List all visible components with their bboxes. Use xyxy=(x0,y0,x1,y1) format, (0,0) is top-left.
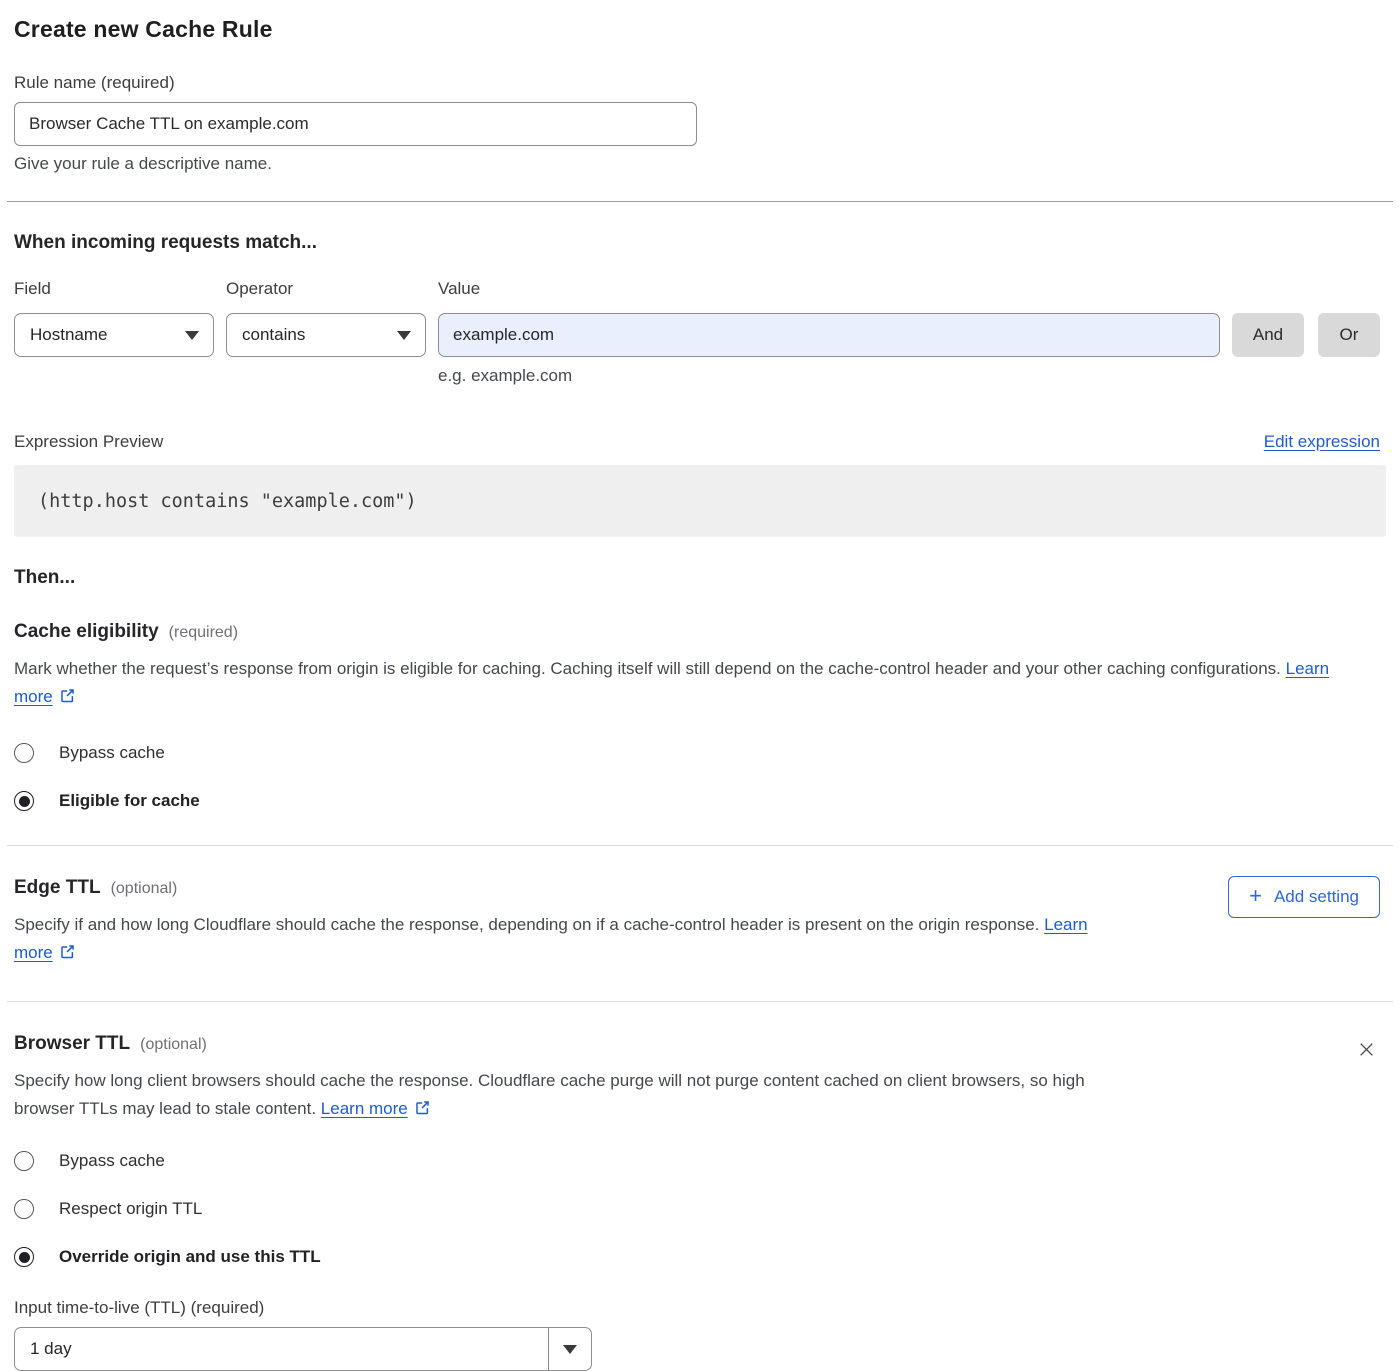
optional-tag: (optional) xyxy=(140,1036,207,1054)
description-text: Mark whether the request’s response from… xyxy=(14,659,1281,678)
cache-eligibility-header: Cache eligibility (required) xyxy=(14,620,1380,643)
description-text: Specify if and how long Cloudflare shoul… xyxy=(14,915,1039,934)
operator-column: Operator contains xyxy=(226,279,426,357)
expression-header: Expression Preview Edit expression xyxy=(14,432,1380,452)
ttl-label: Input time-to-live (TTL) (required) xyxy=(14,1298,1380,1318)
expression-code-block: (http.host contains "example.com") xyxy=(14,465,1386,537)
chevron-down-icon xyxy=(563,1345,577,1354)
edge-ttl-description: Specify if and how long Cloudflare shoul… xyxy=(14,911,1114,969)
optional-tag: (optional) xyxy=(111,880,178,898)
ttl-select-arrow-box[interactable] xyxy=(548,1328,591,1370)
match-heading: When incoming requests match... xyxy=(14,231,1380,254)
radio-label: Respect origin TTL xyxy=(59,1199,202,1219)
radio-option-override-origin-ttl[interactable]: Override origin and use this TTL xyxy=(14,1247,1380,1267)
browser-ttl-title-row: Browser TTL (optional) xyxy=(14,1032,1104,1055)
description-text: Specify how long client browsers should … xyxy=(14,1071,1085,1118)
add-setting-button[interactable]: + Add setting xyxy=(1228,876,1380,918)
or-button[interactable]: Or xyxy=(1318,313,1380,357)
operator-select-value: contains xyxy=(242,325,305,345)
external-link-icon xyxy=(59,685,76,713)
section-divider xyxy=(7,201,1393,202)
rule-name-input[interactable] xyxy=(14,102,697,146)
radio-label: Override origin and use this TTL xyxy=(59,1247,321,1267)
close-icon xyxy=(1357,1040,1376,1059)
chevron-down-icon xyxy=(397,331,411,340)
value-label: Value xyxy=(438,279,1220,299)
chevron-down-icon xyxy=(185,331,199,340)
section-divider xyxy=(7,845,1393,846)
radio-icon[interactable] xyxy=(14,1151,34,1171)
radio-icon[interactable] xyxy=(14,743,34,763)
expression-preview-label: Expression Preview xyxy=(14,432,163,452)
cache-eligibility-title: Cache eligibility xyxy=(14,620,159,643)
radio-option-bypass-cache-browser[interactable]: Bypass cache xyxy=(14,1151,1380,1171)
radio-checked-icon[interactable] xyxy=(14,1247,34,1267)
cache-eligibility-description: Mark whether the request’s response from… xyxy=(14,655,1366,713)
add-setting-label: Add setting xyxy=(1274,887,1359,907)
edge-ttl-header: Edge TTL (optional) Specify if and how l… xyxy=(14,876,1380,969)
external-link-icon xyxy=(414,1097,431,1125)
edit-expression-link[interactable]: Edit expression xyxy=(1264,432,1380,452)
edge-ttl-title: Edge TTL xyxy=(14,876,101,899)
radio-label: Bypass cache xyxy=(59,1151,165,1171)
external-link-icon xyxy=(59,941,76,969)
browser-ttl-header: Browser TTL (optional) Specify how long … xyxy=(14,1032,1380,1125)
plus-icon: + xyxy=(1249,885,1262,907)
value-helper: e.g. example.com xyxy=(438,366,1220,386)
section-divider xyxy=(7,1001,1393,1002)
and-button[interactable]: And xyxy=(1232,313,1304,357)
radio-label: Bypass cache xyxy=(59,743,165,763)
operator-label: Operator xyxy=(226,279,426,299)
close-browser-ttl-button[interactable] xyxy=(1353,1036,1380,1066)
value-input[interactable] xyxy=(438,313,1220,357)
rule-name-label: Rule name (required) xyxy=(14,73,1380,93)
browser-ttl-description: Specify how long client browsers should … xyxy=(14,1067,1104,1125)
page-title: Create new Cache Rule xyxy=(14,14,1380,44)
radio-option-eligible-for-cache[interactable]: Eligible for cache xyxy=(14,791,1380,811)
field-label: Field xyxy=(14,279,214,299)
field-select-value: Hostname xyxy=(30,325,107,345)
then-heading: Then... xyxy=(14,566,1380,589)
operator-select[interactable]: contains xyxy=(226,313,426,357)
ttl-select[interactable]: 1 day xyxy=(14,1327,592,1371)
radio-option-respect-origin-ttl[interactable]: Respect origin TTL xyxy=(14,1199,1380,1219)
learn-more-link[interactable]: Learn more xyxy=(321,1099,408,1118)
field-column: Field Hostname xyxy=(14,279,214,357)
value-column: Value e.g. example.com xyxy=(438,279,1220,386)
required-tag: (required) xyxy=(169,624,238,642)
radio-icon[interactable] xyxy=(14,1199,34,1219)
radio-option-bypass-cache[interactable]: Bypass cache xyxy=(14,743,1380,763)
edge-ttl-title-row: Edge TTL (optional) xyxy=(14,876,1114,899)
match-row: Field Hostname Operator contains Value e… xyxy=(14,279,1380,386)
rule-name-helper: Give your rule a descriptive name. xyxy=(14,154,1380,174)
field-select[interactable]: Hostname xyxy=(14,313,214,357)
radio-checked-icon[interactable] xyxy=(14,791,34,811)
radio-label: Eligible for cache xyxy=(59,791,200,811)
ttl-select-value: 1 day xyxy=(30,1339,72,1359)
expression-code: (http.host contains "example.com") xyxy=(38,491,417,512)
browser-ttl-title: Browser TTL xyxy=(14,1032,130,1055)
